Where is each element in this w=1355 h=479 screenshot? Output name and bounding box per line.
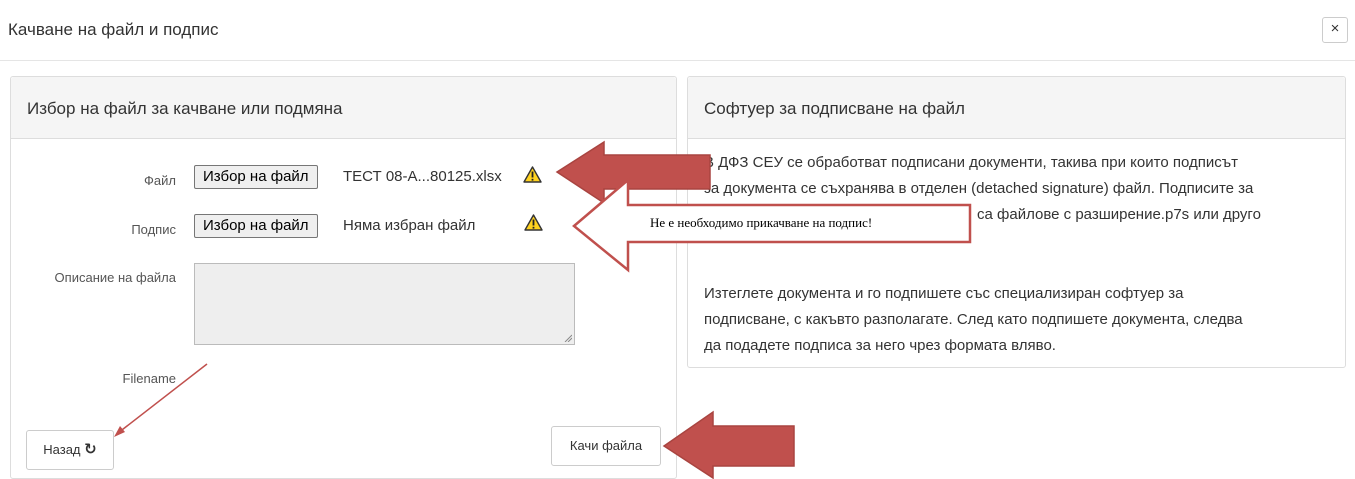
- upload-panel-heading: Избор на файл за качване или подмяна: [11, 77, 676, 139]
- info-paragraph-line: за документа се съхранява в отделен (det…: [704, 180, 1254, 197]
- callout-text: Не е необходимо прикачване на подпис!: [650, 215, 873, 230]
- choose-signature-button[interactable]: Избор на файл: [194, 214, 318, 238]
- modal-title: Качване на файл и подпис: [8, 20, 219, 39]
- close-icon: ×: [1330, 20, 1340, 37]
- instructions-paragraph-line: подписване, с какъвто разполагате. След …: [704, 311, 1243, 328]
- instructions-paragraph-line: да подадете подписа за него чрез формата…: [704, 337, 1056, 354]
- back-button[interactable]: Назад ↻: [26, 430, 114, 470]
- back-button-label: Назад: [43, 442, 81, 457]
- info-paragraph-line: са файлове с разширение.p7s или друго: [977, 206, 1261, 223]
- instructions-paragraph-line: Изтеглете документа и го подпишете със с…: [704, 285, 1184, 302]
- annotation-arrow-upload-icon: [662, 410, 795, 479]
- choose-file-button[interactable]: Избор на файл: [194, 165, 318, 189]
- file-name-text: ТЕСТ 08-А...80125.xlsx: [343, 168, 502, 185]
- filename-label: Filename: [122, 371, 176, 386]
- signing-software-panel-title: Софтуер за подписване на файл: [704, 99, 965, 118]
- signature-file-name-text: Няма избран файл: [343, 217, 476, 234]
- info-paragraph-line: В ДФЗ СЕУ се обработват подписани докуме…: [704, 154, 1238, 171]
- signature-label: Подпис: [131, 222, 176, 237]
- description-textarea[interactable]: [194, 263, 575, 345]
- refresh-icon: ↻: [84, 441, 97, 458]
- warning-icon: [524, 214, 543, 231]
- upload-panel-title: Избор на файл за качване или подмяна: [27, 99, 343, 118]
- resize-handle-icon: [564, 334, 572, 342]
- upload-button[interactable]: Качи файла: [551, 426, 661, 466]
- file-label: Файл: [144, 173, 176, 188]
- modal-header: Качване на файл и подпис ×: [0, 0, 1355, 61]
- signing-software-panel-heading: Софтуер за подписване на файл: [688, 77, 1345, 139]
- warning-icon: [523, 166, 542, 183]
- close-button[interactable]: ×: [1322, 17, 1348, 43]
- description-label: Описание на файла: [54, 270, 176, 285]
